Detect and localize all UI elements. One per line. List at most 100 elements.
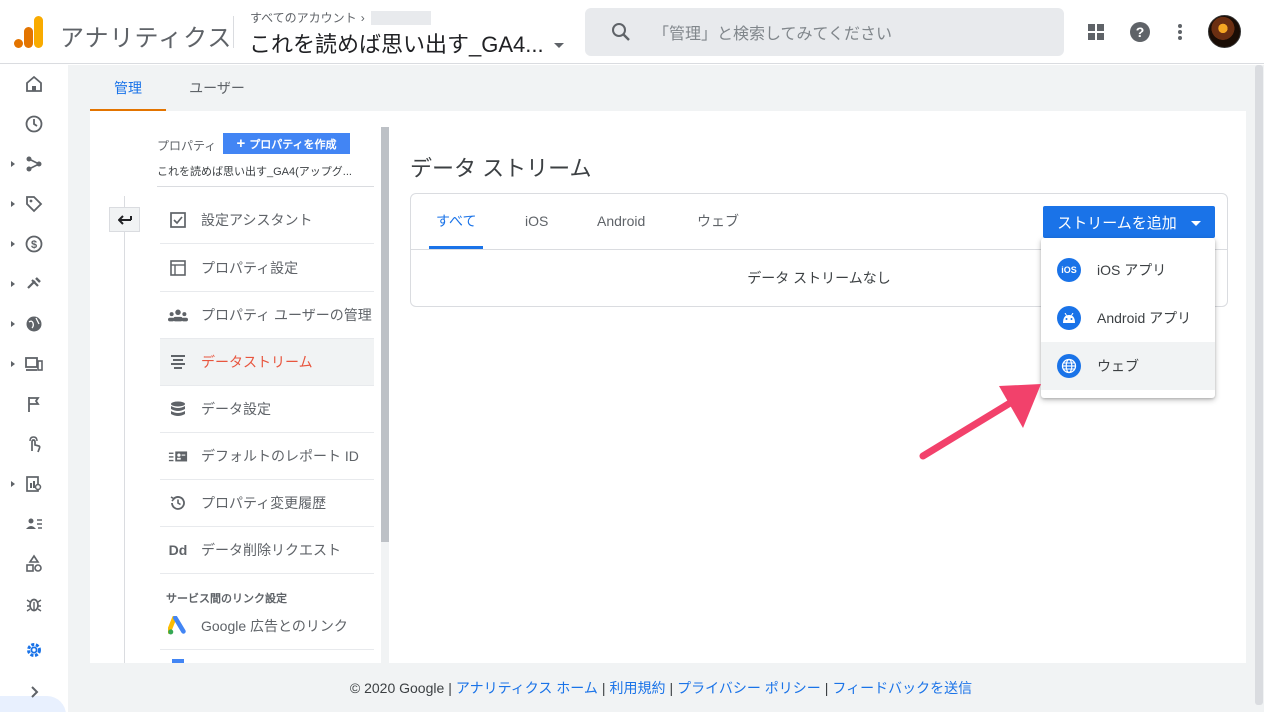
- footer-separator: |: [824, 679, 829, 696]
- dd-icon: Dd: [168, 542, 188, 558]
- globe-nav-icon[interactable]: [0, 304, 68, 344]
- dollar-icon[interactable]: $: [0, 224, 68, 264]
- search-box[interactable]: 「管理」と検索してみてください: [585, 8, 1064, 56]
- search-placeholder: 「管理」と検索してみてください: [653, 26, 893, 43]
- footer-separator: |: [448, 679, 452, 696]
- help-icon[interactable]: ?: [1128, 20, 1152, 44]
- footer-link-analytics-home[interactable]: アナリティクス ホーム: [456, 678, 598, 698]
- menu-item-label: ウェブ: [1097, 358, 1139, 374]
- property-picker[interactable]: これを読めば思い出す_GA4...: [249, 27, 564, 59]
- menu-item-label: Android アプリ: [1097, 310, 1192, 326]
- search-icon: [612, 23, 630, 41]
- ios-icon: iOS: [1057, 258, 1081, 282]
- tab-user[interactable]: ユーザー: [176, 65, 258, 111]
- google-ads-icon: [168, 616, 188, 636]
- menu-label: 設定アシスタント: [201, 212, 313, 228]
- account-breadcrumb[interactable]: すべてのアカウント ›: [250, 9, 431, 26]
- menu-item-label: iOS アプリ: [1097, 262, 1167, 278]
- footer: © 2020 Google | アナリティクス ホーム | 利用規約 | プライ…: [68, 663, 1254, 712]
- menu-label: プロパティ設定: [201, 260, 299, 276]
- menu-item-web[interactable]: ウェブ: [1041, 342, 1215, 390]
- add-stream-label: ストリームを追加: [1057, 214, 1177, 232]
- menu-label: Google 広告とのリンク: [201, 618, 348, 634]
- android-icon: [1057, 306, 1081, 330]
- top-app-bar: アナリティクス すべてのアカウント › これを読めば思い出す_GA4... 「管…: [0, 0, 1264, 64]
- menu-property-settings[interactable]: プロパティ設定: [160, 245, 374, 292]
- menu-default-report-id[interactable]: デフォルトのレポート ID: [160, 433, 374, 480]
- property-name: これを読めば思い出す_GA4...: [249, 32, 544, 57]
- menu-label: プロパティ ユーザーの管理: [201, 307, 372, 323]
- add-stream-button[interactable]: ストリームを追加: [1043, 206, 1215, 238]
- window-icon: [168, 258, 188, 278]
- chevron-right-icon[interactable]: [0, 672, 68, 712]
- create-property-button[interactable]: + プロパティを作成: [223, 133, 350, 154]
- column-scrollbar[interactable]: [381, 127, 389, 542]
- tag-icon[interactable]: [0, 184, 68, 224]
- menu-google-ads-link[interactable]: Google 広告とのリンク: [160, 603, 374, 650]
- shapes-icon[interactable]: [0, 544, 68, 584]
- svg-text:$: $: [31, 239, 37, 251]
- more-vert-icon[interactable]: [1168, 20, 1192, 44]
- apps-grid-icon[interactable]: [1084, 20, 1108, 44]
- devices-icon[interactable]: [0, 344, 68, 384]
- app-title: アナリティクス: [60, 25, 233, 52]
- page-title: データ ストリーム: [410, 156, 592, 181]
- analytics-logo-icon[interactable]: [14, 16, 44, 48]
- touch-icon[interactable]: [0, 424, 68, 464]
- menu-item-android-app[interactable]: Android アプリ: [1041, 294, 1215, 342]
- magnet-icon[interactable]: [0, 264, 68, 304]
- share-nodes-icon[interactable]: [0, 144, 68, 184]
- home-icon[interactable]: [0, 64, 68, 104]
- menu-setup-assistant[interactable]: 設定アシスタント: [160, 197, 374, 244]
- add-stream-menu: iOS iOS アプリ Android アプリ ウェブ: [1041, 238, 1215, 398]
- checkbox-icon: [168, 210, 188, 230]
- property-label: プロパティ: [157, 139, 217, 153]
- left-nav-rail: $: [0, 64, 68, 712]
- report-search-icon[interactable]: [0, 464, 68, 504]
- footer-link-privacy[interactable]: プライバシー ポリシー: [677, 678, 821, 698]
- globe-icon: [1057, 354, 1081, 378]
- chevron-right-icon: ›: [360, 10, 365, 25]
- history-icon: [168, 493, 188, 513]
- tab-web[interactable]: ウェブ: [697, 193, 739, 249]
- clock-icon[interactable]: [0, 104, 68, 144]
- footer-link-terms[interactable]: 利用規約: [609, 678, 665, 698]
- flag-icon[interactable]: [0, 384, 68, 424]
- account-breadcrumb-label: すべてのアカウント: [250, 11, 357, 25]
- menu-label: プロパティ変更履歴: [201, 495, 327, 511]
- id-card-icon: [168, 446, 188, 466]
- tab-admin[interactable]: 管理: [90, 65, 166, 111]
- create-property-label: プロパティを作成: [249, 138, 337, 151]
- menu-data-deletion-requests[interactable]: Dd データ削除リクエスト: [160, 527, 374, 574]
- header-divider: [233, 16, 234, 48]
- footer-separator: |: [669, 679, 674, 696]
- avatar[interactable]: [1208, 15, 1241, 48]
- tab-all[interactable]: すべて: [436, 193, 476, 249]
- svg-text:?: ?: [1136, 24, 1145, 40]
- database-icon: [168, 399, 188, 419]
- column-connector-line: [124, 196, 125, 663]
- tab-android[interactable]: Android: [597, 193, 645, 249]
- menu-property-user-management[interactable]: プロパティ ユーザーの管理: [160, 292, 374, 339]
- menu-data-streams[interactable]: データストリーム: [160, 339, 374, 386]
- footer-separator: |: [601, 679, 606, 696]
- redacted-account-name: [370, 10, 431, 25]
- gear-icon[interactable]: [0, 630, 68, 670]
- annotation-arrow-icon: [919, 384, 1041, 460]
- page-scrollbar[interactable]: [1255, 65, 1263, 705]
- menu-data-settings[interactable]: データ設定: [160, 386, 374, 433]
- back-button[interactable]: [109, 207, 140, 232]
- menu-property-change-history[interactable]: プロパティ変更履歴: [160, 480, 374, 527]
- person-list-icon[interactable]: [0, 504, 68, 544]
- menu-label: デフォルトのレポート ID: [201, 448, 359, 464]
- menu-label: データストリーム: [201, 354, 313, 370]
- footer-link-feedback[interactable]: フィードバックを送信: [832, 678, 972, 698]
- back-arrow-icon: [117, 214, 132, 225]
- bug-icon[interactable]: [0, 584, 68, 624]
- property-selector[interactable]: これを読めば思い出す_GA4(アップグ...: [157, 163, 374, 187]
- tab-ios[interactable]: iOS: [525, 193, 548, 249]
- plus-icon: +: [236, 135, 246, 152]
- menu-item-ios-app[interactable]: iOS iOS アプリ: [1041, 246, 1215, 294]
- menu-label: データ削除リクエスト: [201, 542, 341, 558]
- caret-down-icon: [553, 42, 564, 48]
